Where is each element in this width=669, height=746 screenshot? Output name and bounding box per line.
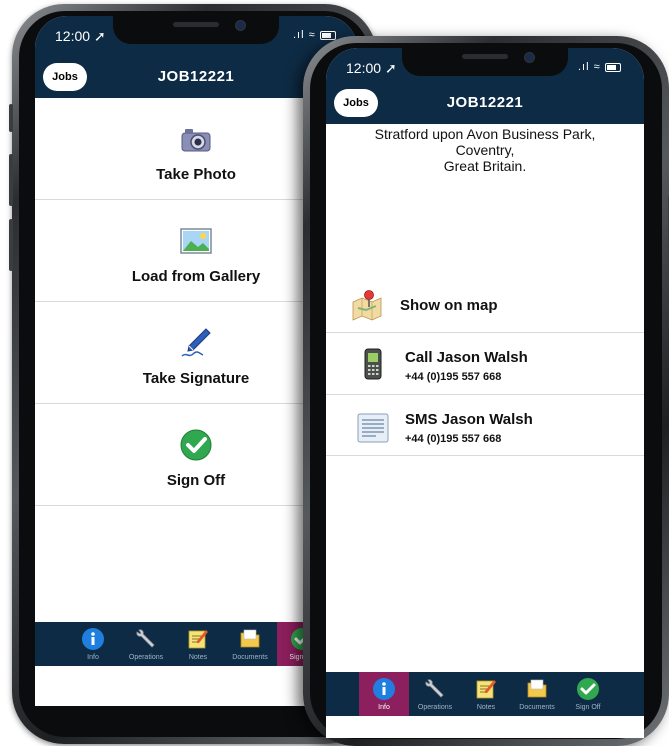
page-title: JOB12221 <box>446 94 524 111</box>
left-system-icons: .ıl ≈ <box>293 29 336 41</box>
tab-operations-label: Operations <box>128 654 164 661</box>
sms-contact-number: +44 (0)195 557 668 <box>405 433 502 445</box>
wrench-icon <box>425 679 444 698</box>
left-speaker <box>173 22 219 27</box>
tab-sign-off[interactable]: Sign Off <box>563 672 613 716</box>
show-on-map-label: Show on map <box>400 297 498 314</box>
signal-icon: .ıl <box>293 29 305 41</box>
tab-operations[interactable]: Operations <box>121 622 171 666</box>
status-time-text: 12:00 <box>55 28 91 44</box>
check-icon <box>577 678 599 700</box>
info-icon <box>82 628 104 650</box>
gallery-icon <box>180 228 212 254</box>
wrench-icon <box>136 629 155 648</box>
folder-icon <box>240 629 260 648</box>
tab-notes-label: Notes <box>188 654 208 661</box>
job-address: Stratford upon Avon Business Park, Coven… <box>336 126 634 174</box>
right-tab-bar: Info Operations Notes Documents Sign Off <box>326 672 644 716</box>
show-on-map-row[interactable]: Show on map <box>326 278 644 333</box>
info-icon <box>373 678 395 700</box>
right-camera <box>524 52 535 63</box>
tab-notes[interactable]: Notes <box>461 672 511 716</box>
sms-contact-row[interactable]: SMS Jason Walsh +44 (0)195 557 668 <box>326 395 644 456</box>
status-time-right: 12:00 ➚ <box>346 60 397 77</box>
status-time-right-text: 12:00 <box>346 60 382 76</box>
location-arrow-icon: ➚ <box>384 60 397 76</box>
address-line-3: Great Britain. <box>443 158 527 174</box>
left-status-bar: 12:00 ➚ .ıl ≈ <box>35 16 357 56</box>
location-arrow-icon: ➚ <box>93 28 106 44</box>
left-side-button <box>9 104 13 132</box>
tab-info-label: Info <box>378 704 390 711</box>
left-notch <box>113 16 279 44</box>
tab-documents[interactable]: Documents <box>225 622 275 666</box>
right-system-icons: .ıl ≈ <box>578 61 621 73</box>
tab-info[interactable]: Info <box>68 622 118 666</box>
tab-documents[interactable]: Documents <box>512 672 562 716</box>
mobile-phone-icon <box>364 348 382 380</box>
folder-icon <box>527 679 547 698</box>
tab-info-label: Info <box>87 654 99 661</box>
tab-documents-label: Documents <box>519 704 555 711</box>
sms-message-icon <box>357 413 389 443</box>
call-contact-row[interactable]: Call Jason Walsh +44 (0)195 557 668 <box>326 333 644 395</box>
signature-pen-icon <box>181 328 211 357</box>
tab-sign-off-label: Sign Off <box>575 704 601 711</box>
tab-documents-label: Documents <box>232 654 268 661</box>
signal-icon: .ıl <box>578 61 590 73</box>
tab-info[interactable]: Info <box>359 672 409 716</box>
wifi-icon: ≈ <box>593 61 601 73</box>
right-speaker <box>462 54 508 59</box>
sms-contact-label: SMS Jason Walsh <box>405 411 533 428</box>
battery-icon <box>604 62 621 72</box>
tab-notes[interactable]: Notes <box>173 622 223 666</box>
tab-operations-label: Operations <box>417 704 453 711</box>
green-check-icon <box>180 429 212 461</box>
status-time: 12:00 ➚ <box>55 28 106 45</box>
call-contact-number: +44 (0)195 557 668 <box>405 371 502 383</box>
wifi-icon: ≈ <box>308 29 316 41</box>
notes-icon <box>476 680 496 699</box>
address-line-1: Stratford upon Avon Business Park, <box>374 126 596 142</box>
address-line-2: Coventry, <box>455 142 515 158</box>
right-phone-screen: 12:00 ➚ .ıl ≈ Jobs JOB12221 Stratford up… <box>326 48 644 738</box>
right-notch <box>402 48 568 76</box>
notes-icon <box>188 630 208 649</box>
camera-icon <box>181 129 211 152</box>
tab-notes-label: Notes <box>476 704 496 711</box>
right-nav-bar: Jobs JOB12221 <box>326 82 644 124</box>
left-volume-up-button <box>9 154 13 206</box>
map-pin-icon <box>352 290 382 321</box>
left-camera <box>235 20 246 31</box>
battery-icon <box>319 30 336 40</box>
left-volume-down-button <box>9 219 13 271</box>
tab-operations[interactable]: Operations <box>410 672 460 716</box>
call-contact-label: Call Jason Walsh <box>405 349 528 366</box>
